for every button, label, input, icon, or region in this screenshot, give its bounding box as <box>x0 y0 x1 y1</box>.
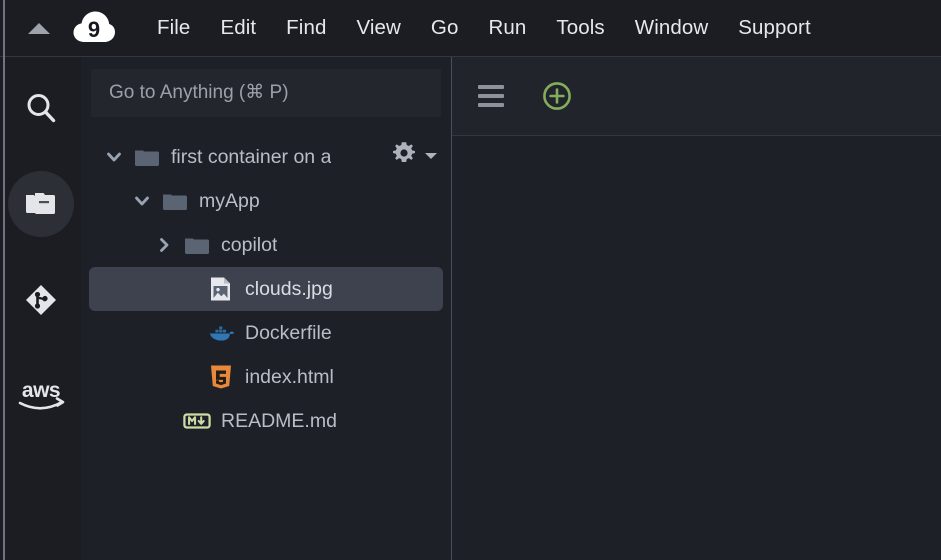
rail-item-file-explorer[interactable] <box>7 171 74 237</box>
menu-item-view[interactable]: View <box>341 12 415 44</box>
chevron-down-icon[interactable] <box>131 190 153 212</box>
file-tree: first container on a myApp copilot cloud… <box>81 135 451 560</box>
tree-row-index-html[interactable]: index.html <box>89 355 443 399</box>
menu-item-edit[interactable]: Edit <box>205 12 271 44</box>
tree-row-copilot[interactable]: copilot <box>89 223 443 267</box>
workbench: aws Go to Anything (⌘ P) first container… <box>0 57 941 560</box>
activity-rail: aws <box>0 57 81 560</box>
git-icon <box>23 282 59 318</box>
editor-content-area[interactable] <box>452 136 941 560</box>
tree-label: first container on a <box>171 145 332 168</box>
window-left-edge <box>3 0 5 560</box>
project-settings-button[interactable] <box>389 138 437 173</box>
markdown-icon <box>183 407 211 435</box>
tree-row-dockerfile[interactable]: Dockerfile <box>89 311 443 355</box>
svg-text:aws: aws <box>21 379 59 402</box>
file-explorer-panel: first container on a <box>81 57 452 560</box>
rail-item-search[interactable] <box>8 75 74 141</box>
hamburger-menu-icon[interactable] <box>478 79 512 113</box>
folder-icon <box>133 143 161 171</box>
folder-icon <box>25 189 57 219</box>
tree-label: myApp <box>199 189 260 212</box>
aws-logo-icon: aws <box>13 376 69 416</box>
menu-item-window[interactable]: Window <box>620 12 724 44</box>
folder-icon <box>183 231 211 259</box>
image-file-icon <box>207 275 235 303</box>
tree-row-readme-md[interactable]: README.md <box>89 399 443 443</box>
menu-bar: 9 File Edit Find View Go Run Tools Windo… <box>0 0 941 57</box>
rail-item-source-control[interactable] <box>8 267 74 333</box>
menu-item-tools[interactable]: Tools <box>541 12 619 44</box>
docker-whale-icon <box>207 319 235 347</box>
rail-item-aws-toolkit[interactable]: aws <box>8 363 74 429</box>
menu-item-find[interactable]: Find <box>271 12 341 44</box>
triangle-up-icon[interactable] <box>22 11 56 45</box>
tree-row-clouds-jpg[interactable]: clouds.jpg <box>89 267 443 311</box>
tree-label: README.md <box>221 409 337 432</box>
tree-label: copilot <box>221 233 278 256</box>
cloud9-ide-window: 9 File Edit Find View Go Run Tools Windo… <box>0 0 941 560</box>
tree-row-first-container[interactable]: first container on a <box>89 135 443 179</box>
editor-tab-bar <box>452 57 941 136</box>
menu-item-file[interactable]: File <box>142 12 205 44</box>
svg-text:9: 9 <box>88 17 100 42</box>
goto-anything-input[interactable] <box>91 69 441 117</box>
search-icon <box>24 91 58 125</box>
gear-icon <box>389 138 419 173</box>
plus-circle-icon[interactable] <box>540 79 574 113</box>
folder-icon <box>161 187 189 215</box>
tree-row-myapp[interactable]: myApp <box>89 179 443 223</box>
html5-icon <box>207 363 235 391</box>
menu-item-go[interactable]: Go <box>416 12 474 44</box>
chevron-right-icon[interactable] <box>153 234 175 256</box>
tree-label: Dockerfile <box>245 321 332 344</box>
tree-label: index.html <box>245 365 334 388</box>
cloud9-logo-icon[interactable]: 9 <box>72 9 116 47</box>
tree-label: clouds.jpg <box>245 277 333 300</box>
chevron-down-icon[interactable] <box>103 146 125 168</box>
menu-item-run[interactable]: Run <box>473 12 541 44</box>
editor-pane <box>452 57 941 560</box>
chevron-down-icon <box>425 152 437 159</box>
menu-item-support[interactable]: Support <box>723 12 826 44</box>
goto-anything-wrap <box>81 57 451 117</box>
